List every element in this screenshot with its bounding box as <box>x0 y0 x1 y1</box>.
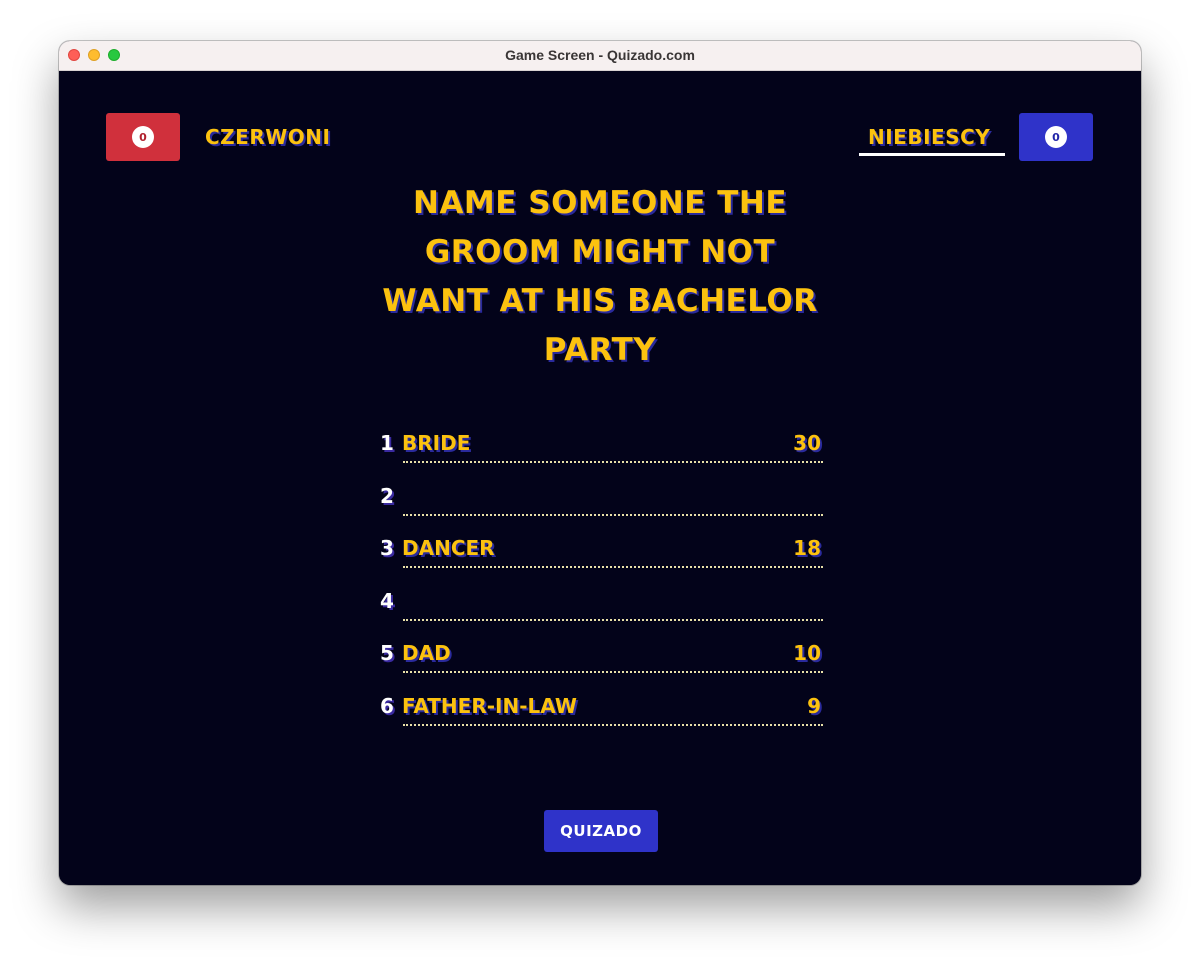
team-right-name: NIEBIESCY <box>868 125 991 149</box>
answer-row: 2 <box>377 482 823 535</box>
window-title: Game Screen - Quizado.com <box>505 47 695 63</box>
answer-points: 10 <box>793 641 821 665</box>
answer-divider <box>403 461 823 463</box>
answer-text: FATHER-IN-LAW <box>402 693 577 718</box>
answer-points: 30 <box>793 431 821 455</box>
answer-row: 6 FATHER-IN-LAW 9 <box>377 692 823 745</box>
answer-number: 4 <box>380 588 394 613</box>
answer-number: 3 <box>380 536 394 560</box>
game-screen: 0 CZERWONI NIEBIESCY 0 NAME SOMEONE THE … <box>59 71 1141 885</box>
answer-text: DANCER <box>402 536 495 560</box>
team-right-score: 0 <box>1045 126 1067 148</box>
answer-number: 1 <box>380 431 394 455</box>
team-left-name: CZERWONI <box>205 125 331 149</box>
answer-points: 18 <box>793 536 821 560</box>
answer-number: 2 <box>380 483 394 508</box>
answer-divider <box>403 618 823 621</box>
answer-divider <box>403 671 823 673</box>
answer-points: 9 <box>807 693 821 718</box>
question-text: NAME SOMEONE THE GROOM MIGHT NOT WANT AT… <box>382 185 818 368</box>
active-team-indicator <box>859 153 1005 156</box>
team-left-score: 0 <box>132 126 154 148</box>
answer-text: DAD <box>402 641 451 665</box>
answer-divider <box>403 566 823 568</box>
answer-number: 5 <box>380 641 394 665</box>
answer-row: 1 BRIDE 30 <box>377 429 823 482</box>
answer-divider <box>403 723 823 726</box>
answer-board: 1 BRIDE 30 2 3 DANCER 18 4 5 DAD 10 6 FA… <box>377 429 823 744</box>
answer-text: BRIDE <box>402 431 471 455</box>
title-bar: Game Screen - Quizado.com <box>59 41 1141 71</box>
answer-divider <box>403 513 823 516</box>
quizado-logo[interactable]: QUIZADO <box>544 810 658 852</box>
answer-row: 5 DAD 10 <box>377 639 823 692</box>
team-right-score-box: 0 <box>1019 113 1093 161</box>
app-window: Game Screen - Quizado.com 0 CZERWONI NIE… <box>59 41 1141 885</box>
answer-row: 4 <box>377 587 823 640</box>
answer-row: 3 DANCER 18 <box>377 534 823 587</box>
answer-number: 6 <box>380 693 394 718</box>
team-left-score-box: 0 <box>106 113 180 161</box>
